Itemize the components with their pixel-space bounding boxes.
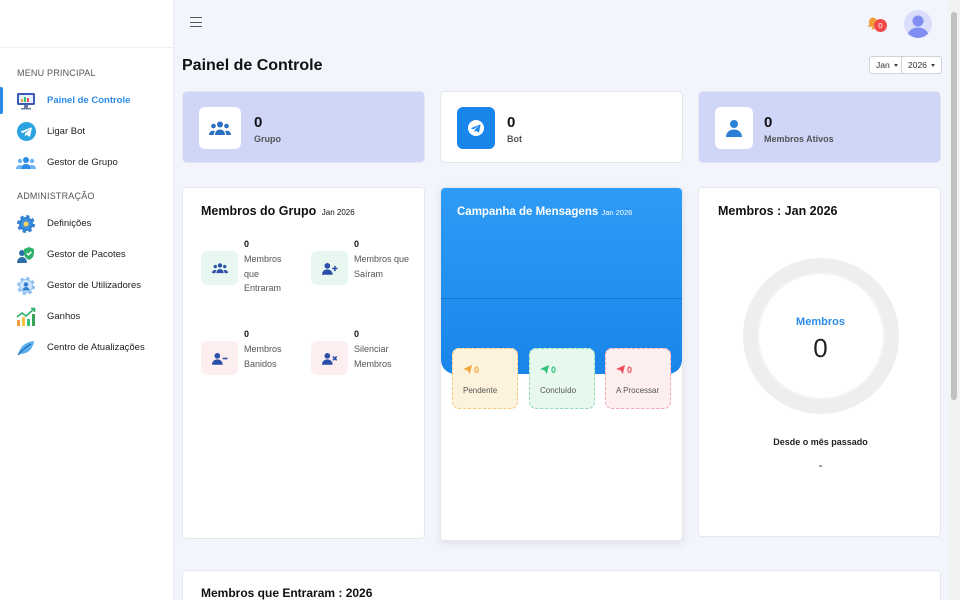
stat-label: Membros que Entraram — [244, 254, 282, 293]
month-select[interactable]: Jan — [869, 56, 905, 74]
stat-card-membros-ativos[interactable]: 0 Membros Ativos — [698, 91, 941, 163]
stat-card-grupo[interactable]: 0 Grupo — [182, 91, 425, 163]
sidebar-item-label: Definições — [47, 218, 92, 229]
scrollbar-thumb[interactable] — [951, 12, 957, 400]
sidebar-item-gestor-de-grupo[interactable]: Gestor de Grupo — [0, 147, 173, 178]
status-label: Pendente — [463, 386, 498, 395]
telegram-icon — [16, 122, 36, 142]
sidebar-section-admin: ADMINISTRAÇÃO — [17, 191, 95, 201]
sidebar-item-label: Gestor de Pacotes — [47, 249, 126, 260]
sidebar-item-painel-de-controle[interactable]: Painel de Controle — [0, 85, 173, 116]
ring-label: Membros — [796, 316, 845, 328]
campaign-card: Campanha de Mensagens Jan 2026 0 Pendent… — [440, 187, 683, 541]
paper-plane-icon — [616, 365, 625, 374]
members-left-stat: 0 Membros que Saíram — [311, 239, 411, 309]
campaign-processing[interactable]: 0 A Processar — [605, 348, 671, 409]
card-title: Membros que Entraram : 2026 — [201, 586, 373, 600]
stat-label: Membros Banidos — [244, 344, 282, 369]
card-title: Membros : Jan 2026 — [718, 204, 838, 218]
sidebar-logo-area — [0, 0, 173, 48]
campaign-divider — [441, 298, 682, 299]
menu-toggle-icon[interactable] — [190, 17, 202, 27]
stat-label: Silenciar Membros — [354, 344, 392, 369]
status-label: Concluído — [540, 386, 577, 395]
status-label: A Processar — [616, 386, 660, 395]
stat-label: Bot — [507, 134, 522, 144]
card-title: Membros do Grupo Jan 2026 — [201, 204, 355, 218]
campaign-header: Campanha de Mensagens Jan 2026 — [441, 188, 682, 374]
sidebar-item-ganhos[interactable]: Ganhos — [0, 301, 173, 332]
chevron-down-icon — [893, 64, 898, 68]
sidebar-item-label: Gestor de Utilizadores — [47, 280, 141, 291]
year-select-value: 2026 — [908, 60, 927, 70]
month-select-value: Jan — [876, 60, 890, 70]
stat-value: 0 — [254, 114, 263, 131]
dashboard-icon — [16, 91, 36, 111]
campaign-pending-value: 0 — [463, 365, 479, 375]
telegram-icon — [457, 107, 495, 149]
paper-plane-icon — [540, 365, 549, 374]
sidebar-item-gestor-de-pacotes[interactable]: Gestor de Pacotes — [0, 239, 173, 270]
sidebar-item-label: Painel de Controle — [47, 95, 131, 106]
page-scrollbar[interactable] — [949, 0, 960, 600]
topbar: 0 — [174, 0, 948, 48]
stat-value: 0 — [244, 239, 250, 249]
year-select[interactable]: 2026 — [901, 56, 942, 74]
sidebar-section-main: MENU PRINCIPAL — [17, 68, 96, 78]
user-times-icon — [311, 341, 348, 375]
stat-value: 0 — [244, 329, 250, 339]
since-last-month-value: - — [818, 458, 823, 472]
stat-label: Membros que Saíram — [354, 254, 410, 279]
user-icon — [715, 107, 753, 149]
stat-value: 0 — [354, 239, 360, 249]
members-joined-stat: 0 Membros que Entraram — [201, 239, 301, 309]
members-joined-year-card: Membros que Entraram : 2026 — [182, 570, 941, 600]
stat-value: 0 — [764, 114, 773, 131]
sidebar-item-label: Centro de Atualizações — [47, 342, 145, 353]
sidebar-item-label: Ligar Bot — [47, 126, 86, 137]
stat-label: Membros Ativos — [764, 134, 834, 144]
ring-value: 0 — [813, 333, 828, 363]
campaign-pending[interactable]: 0 Pendente — [452, 348, 518, 409]
card-title: Campanha de Mensagens Jan 2026 — [457, 206, 633, 218]
notification-badge: 0 — [874, 19, 887, 32]
earnings-chart-icon — [16, 307, 36, 327]
sidebar: MENU PRINCIPAL Painel de Controle Ligar … — [0, 0, 174, 600]
since-last-month-label: Desde o mês passado — [773, 437, 868, 447]
sidebar-item-centro-de-atualizacoes[interactable]: Centro de Atualizações — [0, 332, 173, 363]
user-avatar[interactable] — [904, 10, 932, 38]
stat-value: 0 — [354, 329, 360, 339]
sidebar-item-label: Ganhos — [47, 311, 81, 322]
sidebar-item-definicoes[interactable]: Definições — [0, 208, 173, 239]
user-plus-icon — [311, 251, 348, 285]
paper-plane-icon — [463, 365, 472, 374]
chevron-down-icon — [930, 64, 935, 68]
user-minus-icon — [201, 341, 238, 375]
sidebar-item-gestor-de-utilizadores[interactable]: Gestor de Utilizadores — [0, 270, 173, 301]
members-muted-stat: 0 Silenciar Membros — [311, 329, 411, 399]
page-title: Painel de Controle — [182, 57, 323, 74]
campaign-completed[interactable]: 0 Concluído — [529, 348, 595, 409]
stat-label: Grupo — [254, 134, 281, 144]
sidebar-item-ligar-bot[interactable]: Ligar Bot — [0, 116, 173, 147]
campaign-completed-value: 0 — [540, 365, 556, 375]
campaign-processing-value: 0 — [616, 365, 632, 375]
members-banned-stat: 0 Membros Banidos — [201, 329, 301, 399]
card-period: Jan 2026 — [601, 208, 633, 217]
members-month-card: Membros : Jan 2026 Membros 0 Desde o mês… — [698, 187, 941, 537]
sidebar-item-label: Gestor de Grupo — [47, 157, 118, 168]
package-manager-icon — [16, 245, 36, 265]
user-manager-gear-icon — [16, 276, 36, 296]
updates-leaf-icon — [16, 338, 36, 358]
group-members-card: Membros do Grupo Jan 2026 0 Membros que … — [182, 187, 425, 539]
users-icon — [201, 251, 238, 285]
stat-card-bot[interactable]: 0 Bot — [440, 91, 683, 163]
stat-value: 0 — [507, 114, 516, 131]
users-icon — [199, 107, 241, 149]
card-period: Jan 2026 — [321, 208, 355, 217]
settings-gear-icon — [16, 214, 36, 234]
group-icon — [16, 153, 36, 173]
